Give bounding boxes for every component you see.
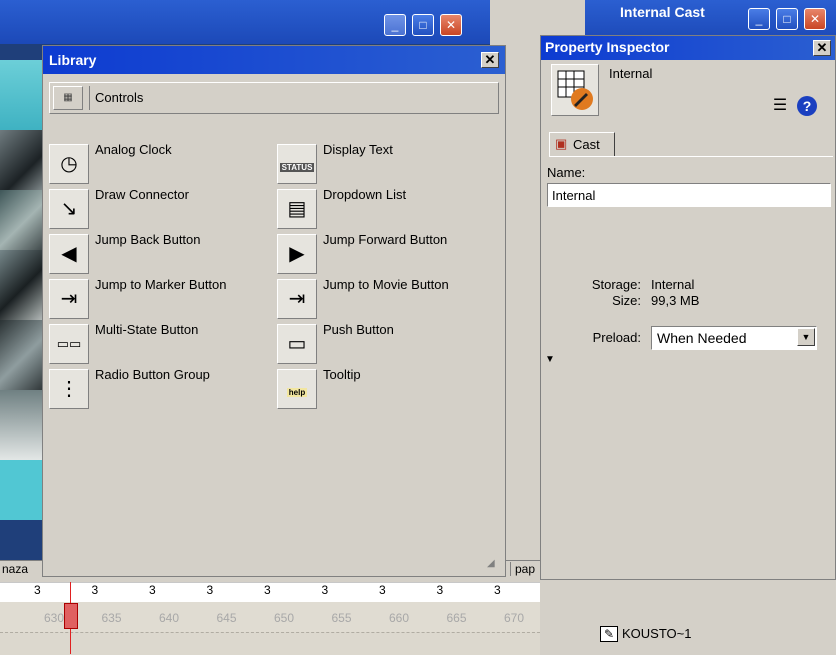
cast-name-heading: Internal (609, 66, 653, 81)
library-item[interactable]: ⋮ Radio Button Group (49, 367, 259, 411)
frame-number: 665 (446, 611, 467, 625)
connector-icon: ↘ (49, 189, 89, 229)
resize-grip-icon[interactable]: ◢ (487, 558, 503, 574)
name-field[interactable] (547, 183, 831, 207)
library-item[interactable]: ▤ Dropdown List (277, 187, 487, 231)
library-category-icon[interactable]: ▦ (53, 86, 83, 110)
maximize-icon[interactable]: □ (776, 8, 798, 30)
channel-number: 3 (149, 583, 156, 597)
library-item[interactable]: help Tooltip (277, 367, 487, 411)
clock-icon: ◷ (49, 144, 89, 184)
frame-number: 660 (389, 611, 410, 625)
library-item[interactable]: ◀ Jump Back Button (49, 232, 259, 276)
status-text-icon: STATUS (277, 144, 317, 184)
frame-number: 655 (331, 611, 352, 625)
library-item-label: Display Text (323, 142, 393, 157)
storage-value: Internal (651, 277, 695, 292)
help-icon[interactable]: ? (797, 96, 817, 116)
frame-number: 645 (216, 611, 237, 625)
channel-number: 3 (494, 583, 501, 597)
channel-number: 3 (379, 583, 386, 597)
library-item-label: Draw Connector (95, 187, 189, 202)
maximize-icon[interactable]: □ (412, 14, 434, 36)
tab-cast-label: Cast (573, 137, 600, 152)
arrow-right-icon: ▶ (277, 234, 317, 274)
library-item[interactable]: ▭▭ Multi-State Button (49, 322, 259, 366)
frame-number: 640 (159, 611, 180, 625)
name-label: Name: (547, 165, 586, 180)
library-item-label: Analog Clock (95, 142, 172, 157)
library-item[interactable]: ⇥ Jump to Marker Button (49, 277, 259, 321)
playhead-handle[interactable] (64, 603, 78, 629)
property-inspector-title: Property Inspector (545, 39, 670, 55)
preload-label: Preload: (592, 330, 641, 345)
sprite-label: naza (2, 562, 29, 576)
library-item-label: Push Button (323, 322, 394, 337)
cast-grid-icon (557, 70, 593, 110)
library-item-label: Jump Back Button (95, 232, 201, 247)
library-item[interactable]: ▶ Jump Forward Button (277, 232, 487, 276)
channel-number: 3 (321, 583, 329, 597)
push-button-icon: ▭ (277, 324, 317, 364)
library-item[interactable]: ⇥ Jump to Movie Button (277, 277, 487, 321)
chevron-down-icon[interactable]: ▼ (797, 328, 815, 346)
library-item-label: Radio Button Group (95, 367, 210, 382)
size-label: Size: (612, 293, 641, 308)
close-icon[interactable]: ✕ (440, 14, 462, 36)
channel-number: 3 (34, 583, 41, 597)
library-item-label: Jump to Movie Button (323, 277, 449, 292)
radio-icon: ⋮ (49, 369, 89, 409)
library-item-label: Tooltip (323, 367, 361, 382)
property-inspector-panel: Property Inspector ✕ Internal ☰ ? ▣ Cast… (540, 35, 836, 580)
arrow-left-icon: ◀ (49, 234, 89, 274)
frame-number: 650 (274, 611, 295, 625)
library-panel: Library ✕ ▦ Controls ◷ Analog Clock ↘ Draw … (42, 45, 506, 577)
close-icon[interactable]: ✕ (804, 8, 826, 30)
score-channel-row[interactable] (0, 632, 540, 655)
library-item[interactable]: ▭ Push Button (277, 322, 487, 366)
library-item[interactable]: ◷ Analog Clock (49, 142, 259, 186)
frame-number: 630 (44, 611, 65, 625)
tab-divider (549, 156, 833, 157)
library-item[interactable]: ↘ Draw Connector (49, 187, 259, 231)
library-title: Library (49, 52, 97, 68)
tooltip-icon: help (277, 369, 317, 409)
cast-window-title: Internal Cast (620, 4, 705, 20)
channel-number: 3 (436, 583, 444, 597)
dropdown-list-icon: ▤ (277, 189, 317, 229)
property-inspector-close-icon[interactable]: ✕ (813, 40, 831, 56)
list-view-icon[interactable]: ☰ (767, 94, 793, 118)
library-item-label: Jump to Marker Button (95, 277, 227, 292)
library-category-label[interactable]: Controls (95, 90, 143, 105)
sprite-label: pap (510, 562, 535, 576)
toolbar-divider (89, 86, 90, 110)
marker-icon: ⇥ (49, 279, 89, 319)
movie-jump-icon: ⇥ (277, 279, 317, 319)
channel-number: 3 (91, 583, 99, 597)
preload-selected-value: When Needed (657, 330, 747, 346)
frame-number: 635 (101, 611, 122, 625)
cast-member-label[interactable]: KOUSTO~1 (622, 626, 691, 641)
cast-member-icon: ✎ (600, 626, 618, 642)
library-item-label: Dropdown List (323, 187, 407, 202)
multistate-icon: ▭▭ (49, 324, 89, 364)
library-item[interactable]: STATUS Display Text (277, 142, 487, 186)
minimize-icon[interactable]: _ (384, 14, 406, 36)
size-value: 99,3 MB (651, 293, 700, 308)
library-close-icon[interactable]: ✕ (481, 52, 499, 68)
cast-tab-icon: ▣ (555, 136, 568, 151)
channel-number: 3 (264, 583, 271, 597)
minimize-icon[interactable]: _ (748, 8, 770, 30)
channel-number: 3 (206, 583, 214, 597)
frame-number: 670 (504, 611, 525, 625)
storage-label: Storage: (591, 277, 641, 292)
library-titlebar[interactable] (43, 46, 505, 74)
library-item-label: Multi-State Button (95, 322, 199, 337)
expand-arrow-icon[interactable]: ▼ (545, 354, 555, 365)
cast-thumbnail-icon[interactable] (551, 64, 599, 116)
library-item-label: Jump Forward Button (323, 232, 448, 247)
